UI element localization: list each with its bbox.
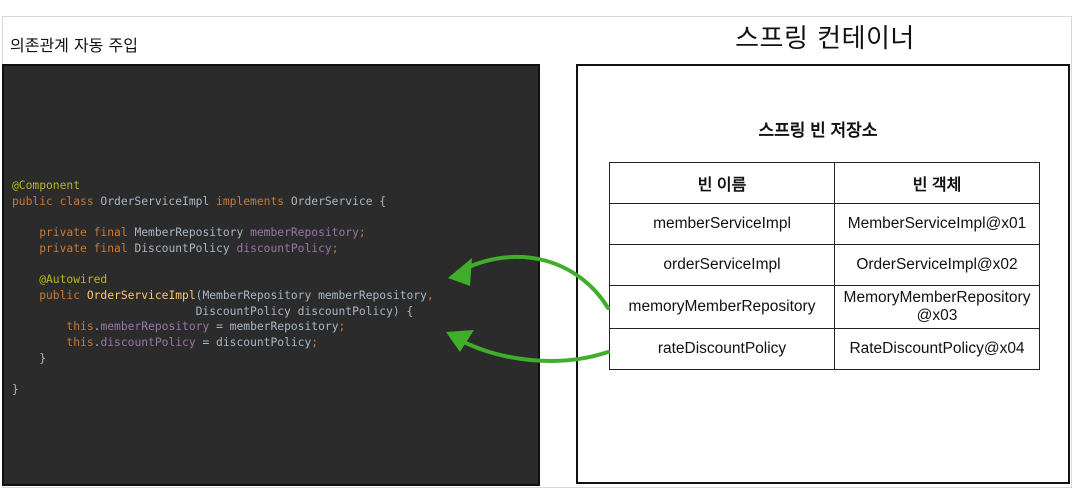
code-token: private final (12, 226, 135, 240)
code-token: memberRepository (250, 226, 359, 240)
code-token: public (12, 288, 87, 302)
bean-repository-title: 스프링 빈 저장소 (758, 121, 878, 140)
container-title: 스프링 컨테이너 (735, 24, 915, 54)
bean-name-cell: memberServiceImpl (609, 203, 835, 245)
code-token: ; (331, 241, 339, 255)
code-token: OrderServiceImpl (86, 288, 196, 302)
code-line: public class OrderServiceImpl implements… (12, 194, 434, 210)
code-line: public OrderServiceImpl(MemberRepository… (12, 288, 434, 304)
code-token: discountPolicy (100, 335, 196, 349)
code-token: discountPolicy (236, 241, 332, 255)
page-title: 의존관계 자동 주입 (10, 36, 138, 55)
code-token: ; (338, 320, 346, 334)
code-token: (MemberRepository memberRepository (195, 288, 427, 302)
bean-table: 빈 이름 빈 객체 memberServiceImpl MemberServic… (609, 162, 1040, 370)
code-token: } (12, 351, 47, 365)
code-token: private final (12, 241, 135, 255)
bean-name-cell: orderServiceImpl (609, 244, 835, 286)
code-token: ; (358, 226, 366, 240)
bean-object-cell: RateDiscountPolicy@x04 (834, 328, 1040, 370)
code-line: } (12, 382, 434, 398)
code-token: ; (311, 335, 319, 349)
code-token: , (426, 288, 434, 302)
bean-object-cell: MemberServiceImpl@x01 (834, 203, 1040, 245)
code-panel: @Component public class OrderServiceImpl … (2, 64, 540, 486)
code-token: this (12, 320, 94, 334)
code-line: DiscountPolicy discountPolicy) { (12, 304, 434, 320)
code-token: DiscountPolicy discountPolicy) { (12, 304, 414, 318)
code-token: @Autowired (12, 273, 108, 287)
table-row: memberServiceImpl MemberServiceImpl@x01 (609, 203, 1040, 245)
code-line: private final DiscountPolicy discountPol… (12, 241, 434, 257)
code-token: MemberRepository (134, 226, 251, 240)
code-token: implements (216, 194, 291, 208)
header-bean-object: 빈 객체 (834, 162, 1040, 204)
code-token: @Component (12, 179, 81, 192)
table-header-row: 빈 이름 빈 객체 (609, 162, 1040, 204)
code-line: } (12, 351, 434, 367)
bean-object-cell: MemoryMemberRepository @x03 (834, 285, 1040, 329)
code-token: memberRepository (100, 320, 210, 334)
code-line: this.memberRepository = memberRepository… (12, 319, 434, 335)
code-token: OrderService { (290, 194, 387, 208)
code-token: DiscountPolicy (134, 241, 237, 255)
bean-name-cell: memoryMemberRepository (609, 285, 835, 329)
code-token: public class (12, 194, 101, 208)
code-line: this.discountPolicy = discountPolicy; (12, 335, 434, 351)
bean-name-cell: rateDiscountPolicy (609, 328, 835, 370)
table-row: rateDiscountPolicy RateDiscountPolicy@x0… (609, 328, 1040, 370)
bean-object-cell: OrderServiceImpl@x02 (834, 244, 1040, 286)
code-token: = memberRepository (209, 320, 339, 334)
header-bean-name: 빈 이름 (609, 162, 835, 204)
code-token: this (12, 335, 94, 349)
code-token: } (12, 382, 19, 396)
code-line: @Component (12, 178, 434, 194)
table-row: orderServiceImpl OrderServiceImpl@x02 (609, 244, 1040, 286)
code-line: @Autowired (12, 272, 434, 288)
code-line: private final MemberRepository memberRep… (12, 225, 434, 241)
code-token: OrderServiceImpl (100, 194, 217, 208)
code-token: = discountPolicy (195, 335, 312, 349)
code-block: @Component public class OrderServiceImpl … (12, 178, 434, 398)
table-row: memoryMemberRepository MemoryMemberRepos… (609, 285, 1040, 329)
